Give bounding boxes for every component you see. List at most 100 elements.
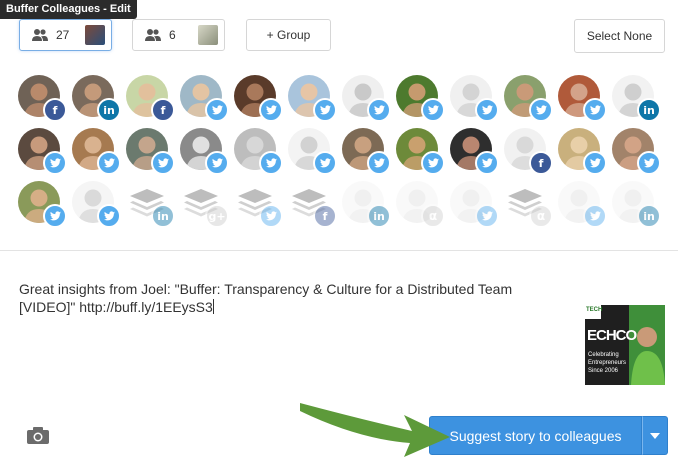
colleague-avatar[interactable] xyxy=(18,181,72,234)
colleague-avatar[interactable] xyxy=(288,75,342,128)
group-count: 27 xyxy=(56,28,70,42)
twitter-icon xyxy=(151,151,175,175)
twitter-icon xyxy=(583,204,607,228)
avatar-row: f in f in xyxy=(18,75,668,128)
group-thumbnail xyxy=(85,25,105,45)
colleague-avatar[interactable]: in xyxy=(612,181,666,234)
avatar-row: in g+ f in α α in xyxy=(18,181,668,234)
twitter-icon xyxy=(421,98,445,122)
colleague-avatar[interactable] xyxy=(558,128,612,181)
window-title-tooltip: Buffer Colleagues - Edit xyxy=(0,0,137,19)
twitter-icon xyxy=(205,151,229,175)
colleague-avatar[interactable] xyxy=(612,128,666,181)
generic-icon: α xyxy=(421,204,445,228)
suggest-story-button[interactable]: Suggest story to colleagues xyxy=(429,416,642,455)
colleague-avatar[interactable] xyxy=(504,75,558,128)
twitter-icon xyxy=(205,98,229,122)
facebook-icon: f xyxy=(313,204,337,228)
thumbnail-tagline: Celebrating Entrepreneurs Since 2006 xyxy=(588,352,627,374)
people-icon xyxy=(32,29,48,41)
colleague-avatar[interactable]: in xyxy=(612,75,666,128)
colleague-avatar[interactable]: g+ xyxy=(180,181,234,234)
tooltip-text: Buffer Colleagues - Edit xyxy=(6,3,131,15)
colleague-avatar-grid: f in f in f in g+ f in α α in xyxy=(18,75,668,234)
chevron-down-icon xyxy=(650,432,660,439)
composer-text: Great insights from Joel: "Buffer: Trans… xyxy=(19,281,513,315)
people-icon xyxy=(145,29,161,41)
colleague-avatar[interactable]: in xyxy=(342,181,396,234)
suggest-options-dropdown[interactable] xyxy=(642,416,668,455)
twitter-icon xyxy=(43,204,67,228)
twitter-icon xyxy=(475,204,499,228)
linkedin-icon: in xyxy=(637,98,661,122)
colleague-avatar[interactable] xyxy=(180,75,234,128)
colleague-avatar[interactable]: in xyxy=(72,75,126,128)
group-button-team[interactable]: 6 xyxy=(132,19,225,51)
colleague-avatar[interactable] xyxy=(450,181,504,234)
colleague-avatar[interactable] xyxy=(342,75,396,128)
colleague-avatar[interactable] xyxy=(396,128,450,181)
colleague-avatar[interactable] xyxy=(558,181,612,234)
group-button-colleagues[interactable]: 27 xyxy=(19,19,112,51)
colleague-avatar[interactable] xyxy=(342,128,396,181)
colleague-avatar[interactable] xyxy=(18,128,72,181)
colleague-avatar[interactable] xyxy=(126,128,180,181)
generic-icon: α xyxy=(529,204,553,228)
colleague-avatar[interactable] xyxy=(288,128,342,181)
colleague-avatar[interactable]: f xyxy=(18,75,72,128)
facebook-icon: f xyxy=(529,151,553,175)
linkedin-icon: in xyxy=(97,98,121,122)
linkedin-icon: in xyxy=(151,204,175,228)
colleague-avatar[interactable] xyxy=(396,75,450,128)
twitter-icon xyxy=(259,204,283,228)
colleague-avatar[interactable] xyxy=(72,181,126,234)
colleague-avatar[interactable] xyxy=(558,75,612,128)
twitter-icon xyxy=(583,98,607,122)
group-count: 6 xyxy=(169,28,176,42)
colleague-avatar[interactable]: f xyxy=(504,128,558,181)
colleague-avatar[interactable] xyxy=(180,128,234,181)
twitter-icon xyxy=(637,151,661,175)
linkedin-icon: in xyxy=(367,204,391,228)
twitter-icon xyxy=(259,98,283,122)
twitter-icon xyxy=(97,204,121,228)
twitter-icon xyxy=(583,151,607,175)
colleague-avatar[interactable]: in xyxy=(126,181,180,234)
facebook-icon: f xyxy=(151,98,175,122)
colleague-avatar[interactable] xyxy=(450,75,504,128)
thumbnail-brand: ECHCO xyxy=(587,327,637,344)
twitter-icon xyxy=(367,151,391,175)
colleague-avatar[interactable] xyxy=(234,181,288,234)
twitter-icon xyxy=(259,151,283,175)
select-none-button[interactable]: Select None xyxy=(574,19,665,53)
twitter-icon xyxy=(313,98,337,122)
colleague-avatar[interactable]: α xyxy=(504,181,558,234)
twitter-icon xyxy=(43,151,67,175)
facebook-icon: f xyxy=(43,98,67,122)
add-group-button[interactable]: + Group xyxy=(246,19,331,51)
twitter-icon xyxy=(97,151,121,175)
twitter-icon xyxy=(367,98,391,122)
group-thumbnail xyxy=(198,25,218,45)
twitter-icon xyxy=(475,98,499,122)
colleague-avatar[interactable]: f xyxy=(288,181,342,234)
colleague-avatar[interactable] xyxy=(234,75,288,128)
avatar-row: f xyxy=(18,128,668,181)
google-icon: g+ xyxy=(205,204,229,228)
colleague-avatar[interactable] xyxy=(72,128,126,181)
twitter-icon xyxy=(421,151,445,175)
post-composer-text[interactable]: Great insights from Joel: "Buffer: Trans… xyxy=(19,280,549,316)
colleague-avatar[interactable]: α xyxy=(396,181,450,234)
camera-icon[interactable] xyxy=(26,425,50,445)
twitter-icon xyxy=(313,151,337,175)
colleague-avatar[interactable] xyxy=(234,128,288,181)
colleague-avatar[interactable] xyxy=(450,128,504,181)
link-preview-thumbnail[interactable]: TECH ECHCO Celebrating Entrepreneurs Sin… xyxy=(585,305,665,385)
section-divider xyxy=(0,250,678,251)
linkedin-icon: in xyxy=(637,204,661,228)
colleague-avatar[interactable]: f xyxy=(126,75,180,128)
thumbnail-badge: TECH xyxy=(586,307,603,313)
text-cursor xyxy=(212,299,214,314)
twitter-icon xyxy=(529,98,553,122)
twitter-icon xyxy=(475,151,499,175)
